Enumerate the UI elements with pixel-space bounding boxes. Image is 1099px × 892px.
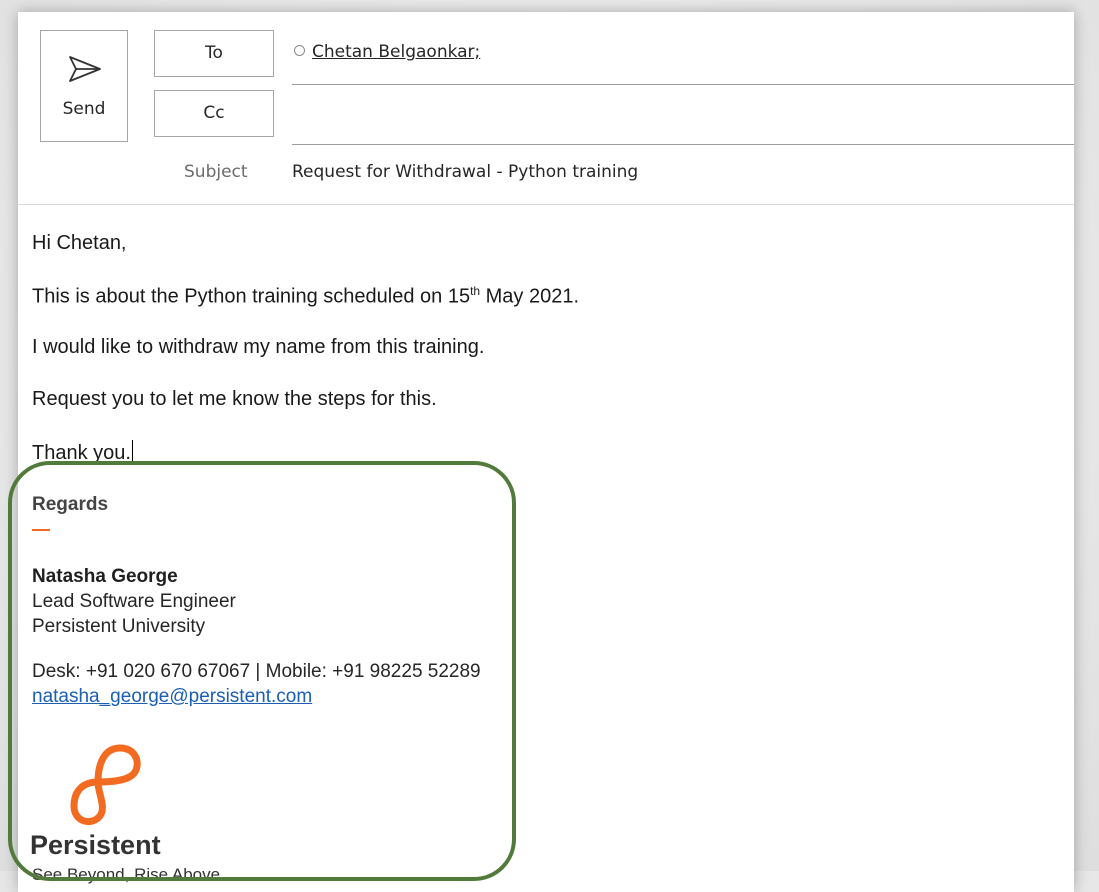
- persistent-logo-tagline: See Beyond, Rise Above: [32, 865, 221, 884]
- to-field[interactable]: Chetan Belgaonkar;: [294, 42, 480, 62]
- send-button[interactable]: Send: [40, 30, 128, 142]
- signature-phone: Desk: +91 020 670 67067 | Mobile: +91 98…: [32, 661, 481, 682]
- presence-status-icon: [294, 45, 305, 56]
- send-label: Send: [62, 99, 106, 119]
- cc-button[interactable]: Cc: [154, 90, 274, 137]
- cc-field[interactable]: [292, 144, 1074, 145]
- signature-name: Natasha George: [32, 566, 178, 587]
- signature-title: Lead Software Engineer: [32, 591, 236, 612]
- body-line-schedule-end: May 2021.: [480, 285, 580, 308]
- subject-label: Subject: [184, 162, 248, 182]
- closing-line[interactable]: Thank you.: [32, 440, 133, 465]
- subject-input[interactable]: Request for Withdrawal - Python training: [292, 162, 638, 182]
- body-line-schedule: This is about the Python training schedu…: [32, 284, 579, 309]
- compose-window: Send To Cc Chetan Belgaonkar; Subject Re…: [8, 12, 1074, 892]
- recipient-chip[interactable]: Chetan Belgaonkar;: [312, 42, 480, 62]
- signature-email-link[interactable]: natasha_george@persistent.com: [32, 686, 312, 708]
- body-divider: [18, 204, 1074, 205]
- body-line-request: Request you to let me know the steps for…: [32, 388, 437, 410]
- body-line-schedule-start: This is about the Python training schedu…: [32, 285, 471, 308]
- greeting-text: Hi Chetan,: [32, 232, 127, 254]
- to-field-underline: [292, 84, 1074, 85]
- to-button[interactable]: To: [154, 30, 274, 77]
- text-cursor: [131, 440, 133, 462]
- persistent-logo-icon: [70, 744, 141, 825]
- signature-organization: Persistent University: [32, 616, 206, 637]
- signature-divider-dash: [32, 529, 50, 531]
- closing-text: Thank you.: [32, 442, 131, 464]
- paper-plane-icon: [69, 56, 101, 82]
- body-line-withdraw: I would like to withdraw my name from th…: [32, 336, 485, 358]
- signature-regards: Regards: [32, 494, 109, 515]
- ordinal-suffix: th: [470, 284, 481, 298]
- persistent-logo-wordmark: Persistent: [30, 830, 161, 860]
